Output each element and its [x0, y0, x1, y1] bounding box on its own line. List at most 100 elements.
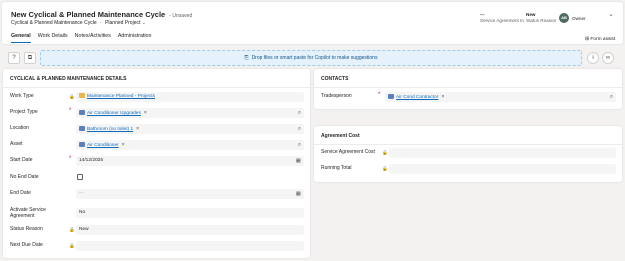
form-assist-label: Form assist: [590, 37, 616, 42]
record-title: New Cyclical & Planned Maintenance Cycle: [11, 10, 166, 19]
required-indicator: *: [69, 108, 72, 114]
form-selector-label: Planned Project: [105, 20, 141, 26]
no-end-date-checkbox[interactable]: [77, 174, 83, 180]
contacts-section: CONTACTS Tradesperson * Air Cond Contrac…: [314, 69, 622, 109]
search-icon[interactable]: ⌕: [610, 92, 613, 102]
field-next-due-date: Next Due Date 🔒: [10, 241, 304, 252]
tab-work-details[interactable]: Work Details: [38, 33, 68, 43]
search-icon[interactable]: ⌕: [298, 140, 301, 150]
tradesperson-input[interactable]: Air Cond Contractor × ⌕: [385, 92, 616, 102]
clear-icon[interactable]: ×: [122, 142, 125, 148]
section-title: Agreement Cost: [321, 133, 360, 139]
link-icon: ∞: [605, 55, 611, 61]
field-service-agreement-cost: Service Agreement Cost 🔒: [321, 148, 616, 159]
clear-icon[interactable]: ×: [144, 110, 147, 116]
project-type-lookup[interactable]: Air Conditioner Upgrades: [87, 111, 141, 116]
field-label: Work Type: [10, 93, 34, 99]
field-label: No End Date: [10, 174, 39, 180]
tab-notes-activities[interactable]: Notes/Activities: [75, 33, 111, 43]
asset-input[interactable]: Air Conditioner × ⌕: [76, 140, 304, 150]
avatar[interactable]: AB: [559, 13, 569, 23]
field-project-type: Project Type * Air Conditioner Upgrades ×…: [10, 108, 304, 119]
header-field-service-agreement: --- Service Agreement In: [480, 12, 524, 24]
tab-administration[interactable]: Administration: [118, 33, 152, 43]
location-input[interactable]: Bathroom (no toilet) 1 × ⌕: [76, 124, 304, 134]
owner-label: Owner: [572, 16, 586, 21]
contact-icon: [388, 94, 394, 99]
field-start-date: Start Date * 14/12/2025 ▦: [10, 156, 304, 167]
field-work-type: Work Type 🔒 Maintenance Planned - Projec…: [10, 92, 304, 103]
field-label-line2: Agreement: [10, 212, 35, 219]
form-selector[interactable]: Planned Project ⌄: [105, 20, 146, 26]
tab-bar: General Work Details Notes/Activities Ad…: [11, 33, 151, 43]
status-reason-value: New: [79, 227, 89, 232]
section-divider: [3, 87, 310, 88]
form-assist-button[interactable]: ⊞ Form assist: [583, 36, 618, 43]
field-label: Activate Service Agreement: [10, 207, 46, 219]
header-field-status-reason: New Status Reason: [526, 12, 556, 24]
form-assist-icon: ⊞: [585, 37, 590, 42]
clear-icon[interactable]: ×: [441, 94, 444, 100]
lock-icon: 🔒: [69, 242, 75, 248]
field-no-end-date: No End Date: [10, 173, 304, 184]
tradesperson-lookup[interactable]: Air Cond Contractor: [396, 95, 438, 100]
running-total-input: [389, 164, 616, 174]
end-date-input[interactable]: --- ▦: [76, 189, 304, 199]
question-icon: ?: [12, 55, 16, 61]
field-label: Service Agreement Cost: [321, 149, 375, 155]
activate-service-value: No: [79, 210, 86, 215]
field-label: Asset: [10, 141, 23, 147]
field-running-total: Running Total 🔒: [321, 164, 616, 175]
work-type-input[interactable]: Maintenance Planned - Projects: [76, 92, 304, 102]
field-location: Location Bathroom (no toilet) 1 × ⌕: [10, 124, 304, 135]
copy-button[interactable]: ⧉: [24, 52, 36, 64]
help-button[interactable]: ?: [8, 52, 20, 64]
section-title: CYCLICAL & PLANNED MAINTENANCE DETAILS: [10, 76, 127, 82]
required-indicator: *: [69, 156, 72, 162]
tab-general[interactable]: General: [11, 33, 31, 43]
asset-lookup[interactable]: Air Conditioner: [87, 143, 119, 148]
field-activate-service-agreement: Activate Service Agreement No: [10, 206, 304, 220]
activate-service-input[interactable]: No: [76, 208, 304, 218]
dropzone-text: Drop files or smart paste for Copilot to…: [251, 55, 378, 61]
agreement-cost-section: Agreement Cost Service Agreement Cost 🔒 …: [314, 126, 622, 182]
form-header: New Cyclical & Planned Maintenance Cycle…: [2, 2, 623, 44]
copilot-dropzone[interactable]: ⎘ Drop files or smart paste for Copilot t…: [40, 50, 582, 66]
service-agreement-cost-input: [389, 148, 616, 158]
info-icon: i: [592, 55, 594, 61]
field-asset: Asset Air Conditioner × ⌕: [10, 140, 304, 151]
start-date-input[interactable]: 14/12/2025 ▦: [76, 156, 304, 166]
search-icon[interactable]: ⌕: [298, 108, 301, 118]
breadcrumb-separator: ·: [100, 20, 102, 26]
work-type-lookup[interactable]: Maintenance Planned - Projects: [87, 94, 155, 99]
section-divider: [314, 144, 622, 145]
lock-icon: 🔒: [382, 149, 388, 155]
section-title: CONTACTS: [321, 76, 349, 82]
record-icon: [79, 126, 85, 131]
required-indicator: *: [378, 92, 381, 98]
field-label: Running Total: [321, 165, 352, 171]
clear-icon[interactable]: ×: [136, 126, 139, 132]
chevron-down-icon: ⌄: [141, 20, 146, 26]
status-reason-input: New: [76, 225, 304, 235]
field-label: Status Reason: [10, 226, 43, 232]
next-due-date-input: [76, 241, 304, 251]
entity-name: Cyclical & Planned Maintenance Cycle: [11, 20, 97, 26]
info-button[interactable]: i: [587, 52, 599, 64]
unsaved-indicator: - Unsaved: [169, 13, 193, 19]
record-icon: [79, 142, 85, 147]
calendar-icon[interactable]: ▦: [296, 156, 301, 166]
field-status-reason: Status Reason 🔒 New: [10, 225, 304, 236]
lock-icon: 🔒: [382, 165, 388, 171]
search-icon[interactable]: ⌕: [298, 124, 301, 134]
field-label: End Date: [10, 190, 31, 196]
expand-header-chevron-icon[interactable]: ⌄: [608, 10, 614, 18]
header-field-label: Service Agreement In: [480, 18, 524, 23]
project-type-input[interactable]: Air Conditioner Upgrades × ⌕: [76, 108, 304, 118]
field-end-date: End Date --- ▦: [10, 189, 304, 200]
calendar-icon[interactable]: ▦: [296, 189, 301, 199]
field-label: Location: [10, 125, 29, 131]
copy-icon: ⧉: [27, 55, 33, 61]
link-button[interactable]: ∞: [602, 52, 614, 64]
location-lookup[interactable]: Bathroom (no toilet) 1: [87, 127, 133, 132]
